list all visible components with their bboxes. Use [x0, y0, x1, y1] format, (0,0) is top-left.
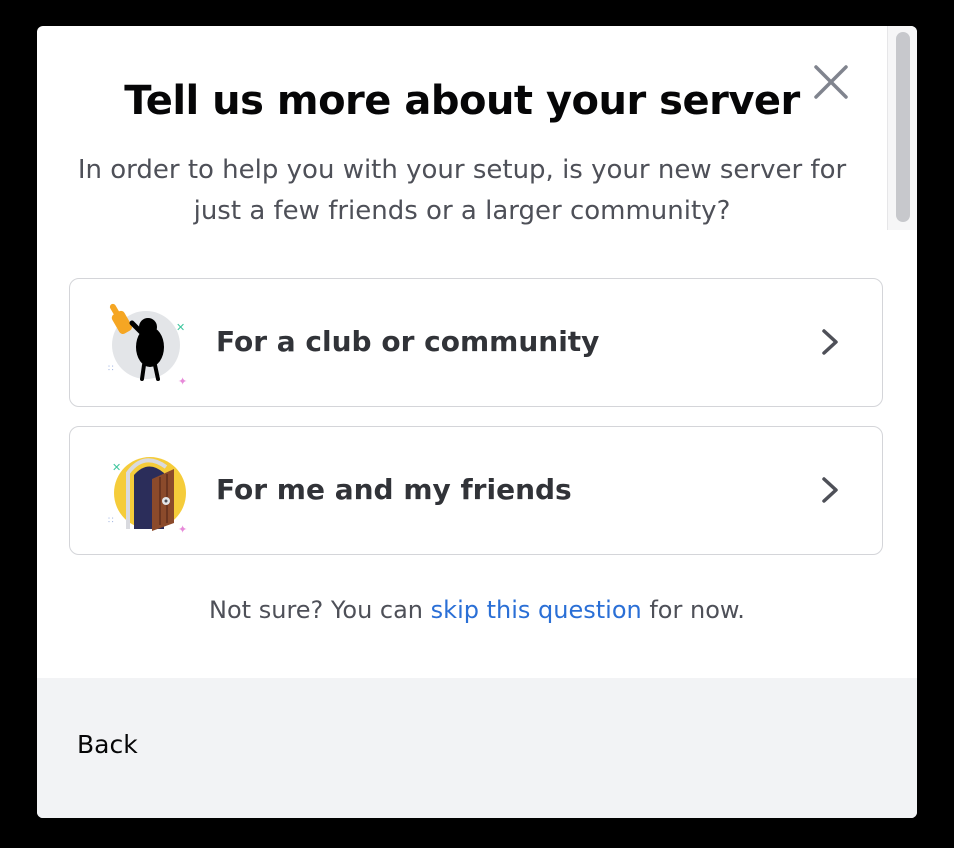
skip-question-link[interactable]: skip this question — [431, 596, 642, 624]
skip-prompt: Not sure? You can skip this question for… — [37, 596, 917, 624]
dialog-subtitle: In order to help you with your setup, is… — [77, 155, 847, 226]
svg-text:∷: ∷ — [108, 364, 114, 374]
friends-door-illustration-icon: ✕ ✦ ∷ — [108, 457, 187, 535]
server-setup-dialog: Tell us more about your server In order … — [37, 26, 917, 818]
dialog-footer: Back — [37, 678, 917, 818]
svg-text:✦: ✦ — [178, 523, 187, 535]
svg-text:✕: ✕ — [112, 461, 121, 474]
chevron-right-icon — [822, 477, 838, 503]
scrollbar-thumb[interactable] — [896, 32, 910, 222]
dialog-title: Tell us more about your server — [124, 78, 800, 124]
skip-prefix-text: Not sure? You can — [209, 596, 424, 624]
svg-text:∷: ∷ — [108, 516, 114, 526]
back-button[interactable]: Back — [77, 730, 138, 759]
option-label: For a club or community — [216, 325, 600, 358]
scrollbar[interactable] — [887, 26, 917, 230]
svg-text:✕: ✕ — [176, 321, 185, 334]
svg-text:✦: ✦ — [178, 375, 187, 387]
skip-suffix-text: for now. — [649, 596, 745, 624]
option-label: For me and my friends — [216, 473, 572, 506]
option-me-and-friends[interactable]: ✕ ✦ ∷ For me and my friends — [69, 426, 883, 555]
chevron-right-icon — [822, 329, 838, 355]
option-club-community[interactable]: ✕ ✦ ∷ For a club or community — [69, 278, 883, 407]
club-community-illustration-icon: ✕ ✦ ∷ — [108, 303, 187, 387]
